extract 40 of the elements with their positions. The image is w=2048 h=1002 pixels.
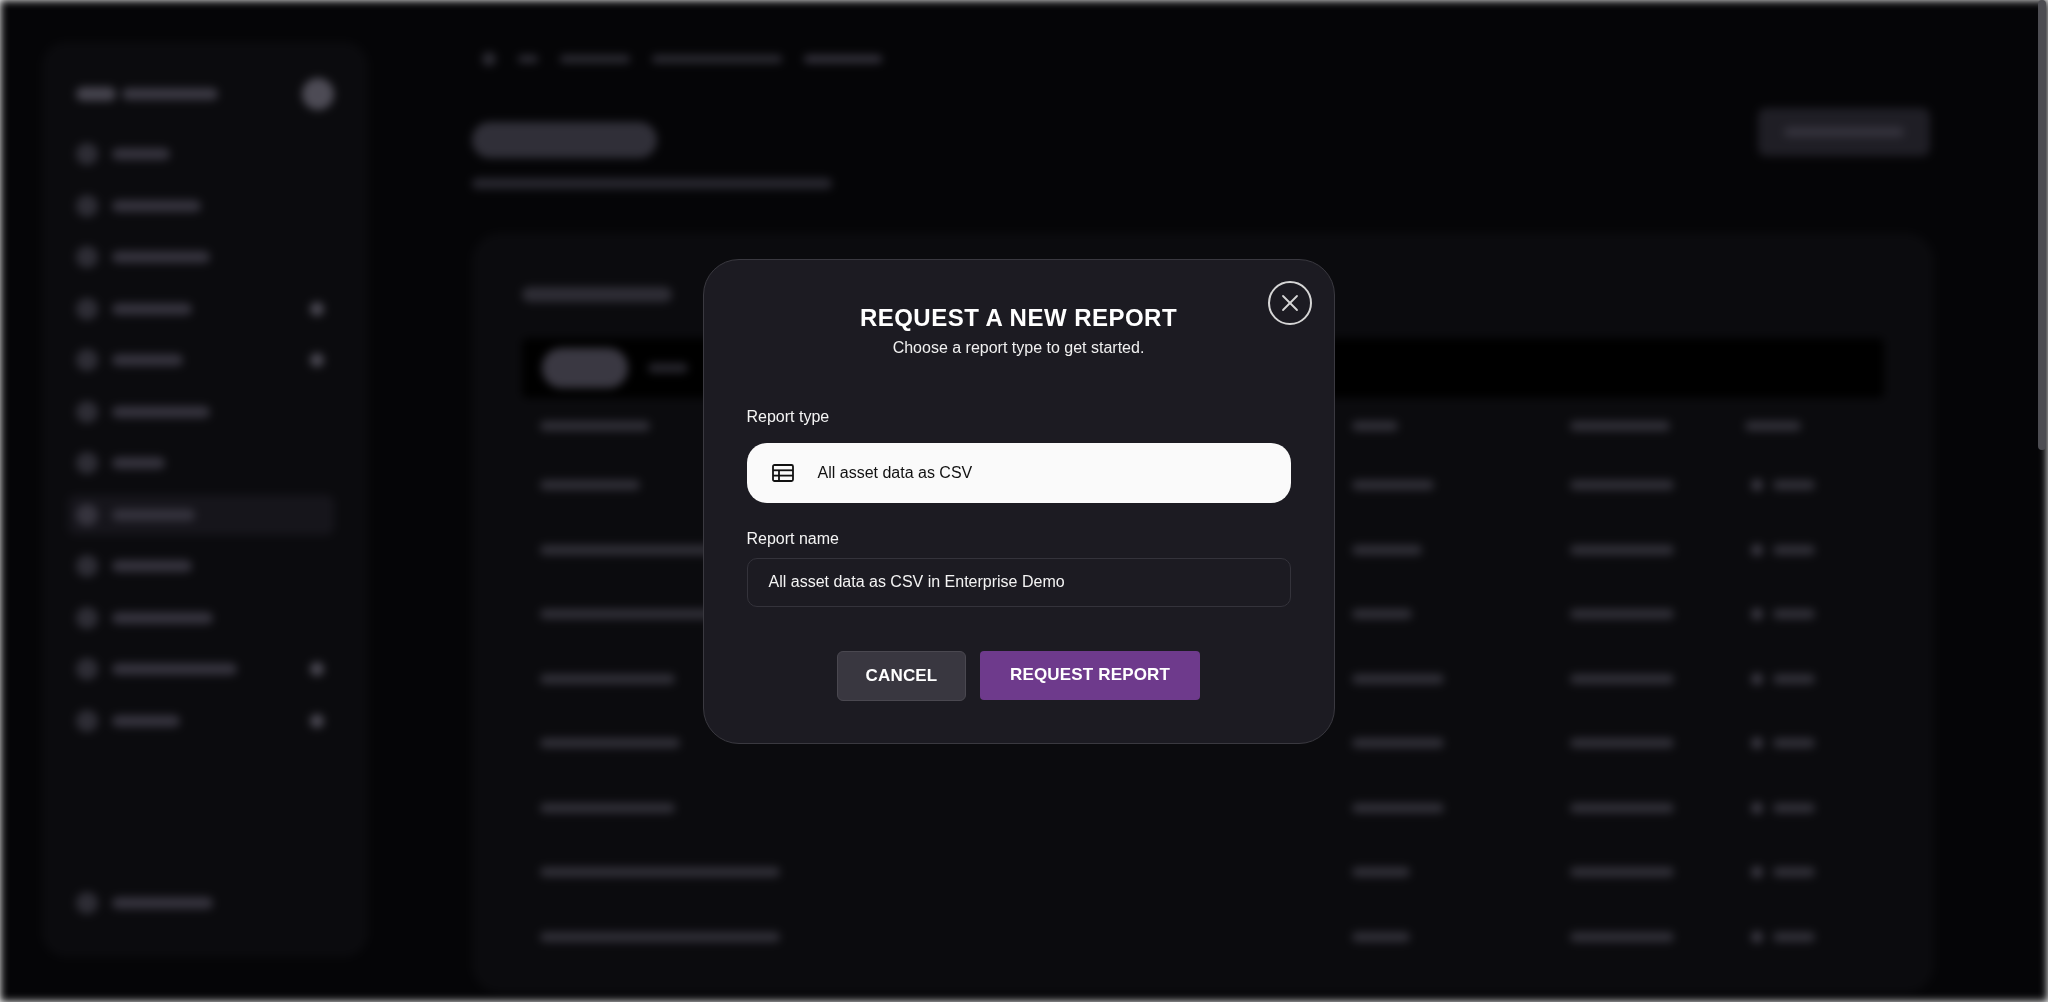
blurred-icon <box>310 662 324 676</box>
blurred-icon <box>482 52 496 66</box>
blurred-icon <box>76 503 98 526</box>
blurred-icon <box>76 892 98 914</box>
request-report-button[interactable]: REQUEST REPORT <box>980 650 1200 700</box>
blurred-icon <box>310 713 324 728</box>
blurred-icon <box>1751 866 1763 879</box>
blurred-icon <box>76 349 98 371</box>
blurred-icon <box>76 555 98 577</box>
field-label: Report type <box>746 406 831 427</box>
report-name-input[interactable]: All asset data as CSV in Enterprise Demo <box>746 557 1291 607</box>
dialog-subtitle: Choose a report type to get started. <box>891 337 1146 358</box>
blurred-icon <box>302 78 334 110</box>
blurred-icon <box>76 297 98 320</box>
blurred-icon <box>1751 801 1763 814</box>
blurred-icon <box>76 452 98 474</box>
report-type-select[interactable]: All asset data as CSV <box>746 442 1291 503</box>
blurred-icon <box>1751 479 1763 492</box>
dialog-title: REQUEST A NEW REPORT <box>858 303 1179 332</box>
blurred-icon <box>76 194 98 217</box>
blurred-icon <box>310 301 324 316</box>
blurred-icon <box>1751 930 1763 943</box>
scrollbar-thumb[interactable] <box>2038 0 2046 450</box>
table-icon <box>771 463 794 482</box>
blurred-icon <box>1751 737 1763 750</box>
close-button[interactable] <box>1267 280 1312 325</box>
blurred-icon <box>1751 543 1763 556</box>
blurred-icon <box>76 246 98 268</box>
blurred-icon <box>76 709 98 732</box>
blurred-icon <box>76 658 98 680</box>
blurred-button[interactable] <box>1758 108 1930 156</box>
blurred-icon <box>1751 672 1763 685</box>
blurred-icon <box>1751 608 1763 621</box>
close-icon <box>1280 293 1299 312</box>
blurred-icon <box>76 143 98 165</box>
blurred-icon <box>310 353 324 367</box>
blurred-icon <box>76 400 98 423</box>
blurred-icon <box>76 606 98 629</box>
field-label: Report name <box>746 528 840 549</box>
cancel-button[interactable]: CANCEL <box>837 650 966 701</box>
